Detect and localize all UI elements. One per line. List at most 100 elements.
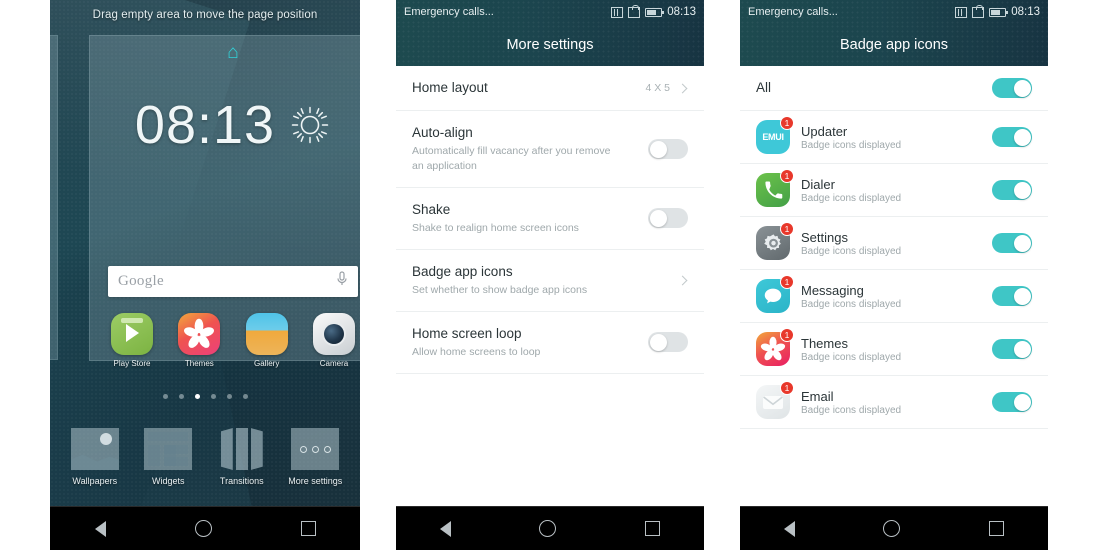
badge-count: 1 xyxy=(780,381,794,396)
lock-icon xyxy=(972,4,985,18)
back-icon[interactable] xyxy=(440,520,452,537)
page-title: More settings xyxy=(396,24,704,66)
dock-item-gallery[interactable]: Gallery xyxy=(239,313,295,368)
auto-align-toggle[interactable] xyxy=(648,139,688,160)
badge-app-icons-panel: Emergency calls... 08:13 Badge app icons… xyxy=(740,0,1048,550)
page-title-text: Badge app icons xyxy=(839,37,949,53)
sim-icon xyxy=(955,6,968,18)
list-item[interactable]: 1 Themes Badge icons displayed xyxy=(740,323,1048,377)
app-status: Badge icons displayed xyxy=(801,245,902,257)
app-status: Badge icons displayed xyxy=(801,298,902,310)
navigation-bar xyxy=(740,506,1048,550)
sim-icon xyxy=(611,6,624,18)
page-dot[interactable] xyxy=(226,394,232,399)
app-status: Badge icons displayed xyxy=(801,139,902,151)
navigation-bar xyxy=(396,506,704,550)
row-value: 4 X 5 xyxy=(645,82,670,95)
home-icon[interactable] xyxy=(539,520,557,537)
home-screen-loop-toggle[interactable] xyxy=(648,332,688,353)
dock-item-play-store[interactable]: Play Store xyxy=(104,313,160,368)
dock-label: Play Store xyxy=(113,359,151,368)
recents-icon[interactable] xyxy=(644,521,660,536)
all-toggle[interactable] xyxy=(992,78,1032,99)
drag-hint-text: Drag empty area to move the page positio… xyxy=(92,9,318,21)
page-title-text: More settings xyxy=(506,37,594,53)
settings-list: Home layout 4 X 5 Auto-align Automatical… xyxy=(396,66,704,374)
badge-count: 1 xyxy=(780,116,794,131)
app-name: Settings xyxy=(801,229,848,245)
back-icon[interactable] xyxy=(94,520,106,537)
row-title: Home screen loop xyxy=(412,325,522,341)
row-subtitle: Shake to realign home screen icons xyxy=(412,222,579,235)
app-badge-toggle[interactable] xyxy=(992,339,1032,360)
list-item[interactable]: 1 Settings Badge icons displayed xyxy=(740,217,1048,271)
lock-icon xyxy=(628,4,641,18)
battery-icon xyxy=(989,7,1009,17)
microphone-icon[interactable] xyxy=(336,271,348,292)
page-dot[interactable] xyxy=(178,394,184,399)
more-settings-panel: Emergency calls... 08:13 More settings H… xyxy=(396,0,704,550)
app-badge-toggle[interactable] xyxy=(992,233,1032,254)
battery-icon xyxy=(645,7,665,17)
chevron-right-icon xyxy=(677,275,688,286)
settings-row-shake[interactable]: Shake Shake to realign home screen icons xyxy=(396,188,704,250)
tool-wallpapers[interactable]: Wallpapers xyxy=(62,428,128,486)
row-subtitle: Automatically fill vacancy after you rem… xyxy=(412,145,611,173)
tool-more-settings[interactable]: More settings xyxy=(282,428,348,486)
badge-count: 1 xyxy=(780,328,794,343)
home-page-card[interactable]: ⌂ 08:13 Google Play Store Themes Gallery… xyxy=(89,35,360,368)
tool-widgets[interactable]: Widgets xyxy=(135,428,201,486)
shake-toggle[interactable] xyxy=(648,208,688,229)
row-subtitle: Allow home screens to loop xyxy=(412,345,541,358)
google-search-bar[interactable]: Google xyxy=(108,266,358,297)
play-store-icon xyxy=(111,313,153,355)
status-time: 08:13 xyxy=(1011,6,1040,18)
settings-row-badge-app-icons[interactable]: Badge app icons Set whether to show badg… xyxy=(396,250,704,312)
app-icon-text: EMUI xyxy=(762,132,784,143)
home-icon[interactable] xyxy=(883,520,901,537)
editor-toolbar: Wallpapers Widgets Transitions More sett… xyxy=(50,428,360,486)
list-item[interactable]: 1 Dialer Badge icons displayed xyxy=(740,164,1048,218)
clock-widget[interactable]: 08:13 xyxy=(90,98,360,152)
search-input-placeholder[interactable]: Google xyxy=(118,273,336,290)
list-item[interactable]: 1 Email Badge icons displayed xyxy=(740,376,1048,430)
settings-row-auto-align[interactable]: Auto-align Automatically fill vacancy af… xyxy=(396,111,704,188)
recents-icon[interactable] xyxy=(988,521,1004,536)
page-dot[interactable] xyxy=(162,394,168,399)
home-icon[interactable]: ⌂ xyxy=(90,43,360,62)
screenshot-stage: Drag empty area to move the page positio… xyxy=(0,0,1100,550)
badge-app-list: All 1 EMUI Updater Badge icons displayed… xyxy=(740,66,1048,430)
app-badge-toggle[interactable] xyxy=(992,127,1032,148)
tool-transitions[interactable]: Transitions xyxy=(209,428,275,486)
settings-row-home-screen-loop[interactable]: Home screen loop Allow home screens to l… xyxy=(396,312,704,374)
dock-item-camera[interactable]: Camera xyxy=(306,313,360,368)
transitions-icon xyxy=(218,428,266,470)
app-badge-toggle[interactable] xyxy=(992,180,1032,201)
page-dot[interactable] xyxy=(210,394,216,399)
badge-row-all[interactable]: All xyxy=(740,66,1048,112)
app-name: Dialer xyxy=(801,176,835,192)
wallpapers-icon xyxy=(70,428,119,470)
home-dock: Play Store Themes Gallery Camera xyxy=(104,313,360,368)
home-icon[interactable] xyxy=(194,520,212,537)
app-name: Messaging xyxy=(801,282,864,298)
page-indicator-dots xyxy=(50,394,360,399)
dock-label: Camera xyxy=(319,359,349,368)
gallery-icon xyxy=(245,313,288,355)
back-icon[interactable] xyxy=(784,520,796,537)
page-peek-left[interactable] xyxy=(50,35,58,360)
app-name: Themes xyxy=(801,335,848,351)
app-badge-toggle[interactable] xyxy=(992,392,1032,413)
page-dot[interactable] xyxy=(242,394,248,399)
list-item[interactable]: 1 EMUI Updater Badge icons displayed xyxy=(740,111,1048,165)
app-name: Email xyxy=(801,388,834,404)
sun-icon xyxy=(289,104,331,146)
list-item[interactable]: 1 Messaging Badge icons displayed xyxy=(740,270,1048,324)
app-status: Badge icons displayed xyxy=(801,404,902,416)
app-badge-toggle[interactable] xyxy=(992,286,1032,307)
app-icon-wrap: 1 xyxy=(756,275,794,314)
page-dot-active[interactable] xyxy=(194,394,200,399)
recents-icon[interactable] xyxy=(300,521,316,536)
settings-row-home-layout[interactable]: Home layout 4 X 5 xyxy=(396,66,704,112)
dock-item-themes[interactable]: Themes xyxy=(171,313,227,368)
